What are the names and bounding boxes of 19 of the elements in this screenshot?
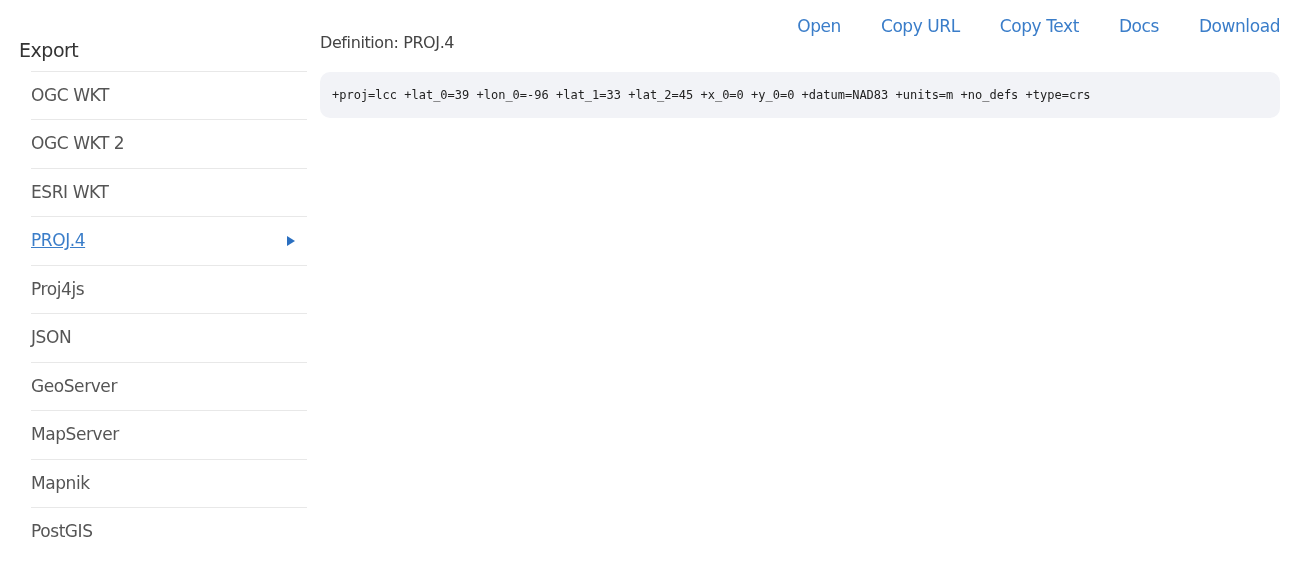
sidebar-link[interactable]: Mapnik	[31, 470, 90, 496]
action-link[interactable]: Docs	[1118, 14, 1159, 40]
sidebar-title: Export	[19, 38, 80, 63]
action-link[interactable]: Copy Text	[999, 14, 1079, 40]
sidebar-link[interactable]: PROJ.4	[31, 228, 86, 254]
sidebar-link[interactable]: Proj4js	[31, 276, 85, 302]
sidebar-link[interactable]: ESRI WKT	[31, 179, 109, 205]
definition-title: Definition: PROJ.4	[320, 32, 455, 54]
sidebar-link[interactable]: PostGIS	[31, 519, 93, 545]
triangle-icon	[287, 235, 295, 246]
sidebar-link[interactable]: JSON	[31, 325, 72, 351]
sidebar-link[interactable]: OGC WKT	[31, 82, 109, 108]
sidebar-link[interactable]: OGC WKT 2	[31, 131, 125, 157]
action-link[interactable]: Download	[1198, 14, 1280, 40]
sidebar-link[interactable]: MapServer	[31, 422, 119, 448]
code-block: +proj=lcc +lat_0=39 +lon_0=-96 +lat_1=33 +lat_2=45 +x_0=0 +y_0=0 +datum=NAD83 +units=m +no_defs +type=crs	[320, 72, 1280, 118]
action-link[interactable]: Copy URL	[880, 14, 960, 40]
action-link[interactable]: Open	[797, 14, 841, 40]
sidebar-link[interactable]: GeoServer	[31, 373, 117, 399]
